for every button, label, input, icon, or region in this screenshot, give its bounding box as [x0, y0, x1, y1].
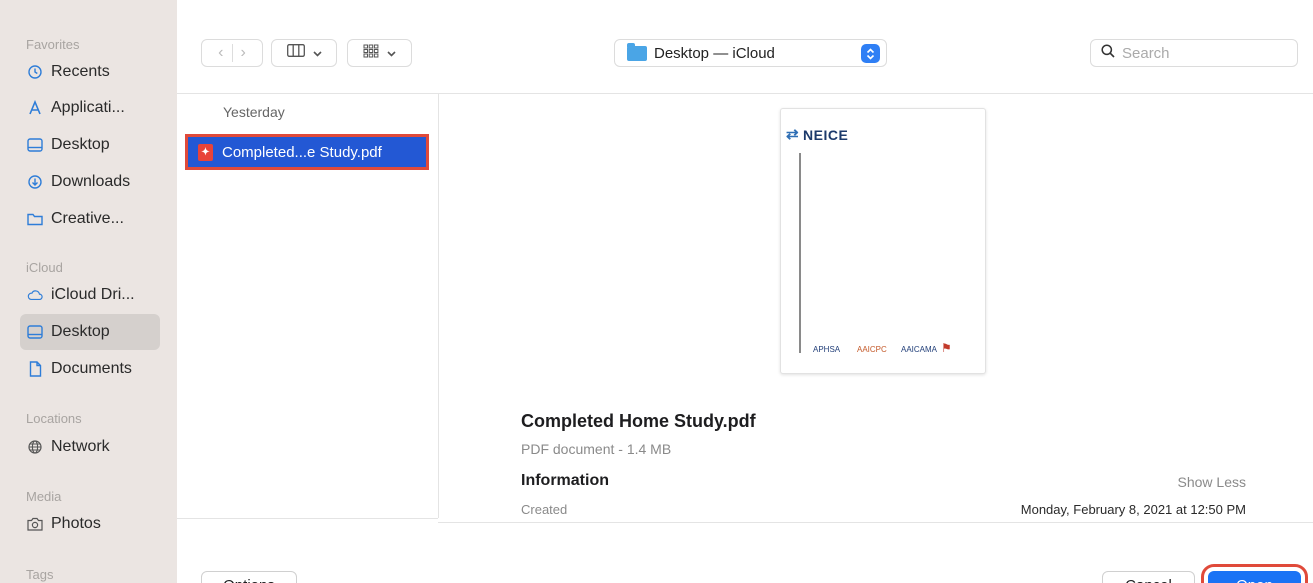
applications-icon [27, 100, 43, 116]
sidebar-item-label: Downloads [51, 173, 131, 190]
sidebar-item-icloud-drive[interactable]: iCloud Dri... [20, 277, 160, 313]
downloads-icon [27, 174, 43, 190]
created-value: Monday, February 8, 2021 at 12:50 PM [1020, 502, 1246, 517]
chevron-down-icon [387, 44, 396, 62]
sidebar-item-label: Photos [51, 515, 101, 532]
search-icon [1101, 44, 1115, 62]
sidebar-item-label: Recents [51, 63, 110, 80]
columns-view-icon [286, 44, 305, 62]
thumbnail-rule [799, 153, 801, 353]
sidebar-item-label: Applicati... [51, 99, 125, 116]
sidebar-item-applications[interactable]: Applicati... [20, 90, 160, 126]
grid-icon [363, 44, 379, 63]
camera-icon [27, 516, 43, 532]
flag-logo-icon: ⚑ [941, 341, 952, 355]
location-popup[interactable]: Desktop — iCloud [614, 39, 887, 67]
sidebar-item-label: Desktop [51, 323, 110, 340]
created-label: Created [521, 502, 568, 517]
back-forward-buttons[interactable]: ‹ › [201, 39, 263, 67]
sidebar-item-label: Documents [51, 360, 132, 377]
popup-stepper-icon [861, 44, 880, 63]
favorites-header: Favorites [26, 37, 80, 52]
clock-icon [27, 64, 43, 80]
cloud-icon [27, 287, 43, 303]
folder-icon [627, 42, 647, 61]
thumbnail-footer-logo: APHSA [813, 345, 841, 354]
sidebar-item-downloads[interactable]: Downloads [20, 164, 160, 200]
cancel-button[interactable]: Cancel [1102, 571, 1195, 583]
pdf-file-icon: ✦ [198, 143, 213, 161]
logo-mark-icon: ⇄ [786, 126, 799, 143]
sidebar-item-icloud-desktop[interactable]: Desktop [20, 314, 160, 350]
document-icon [27, 361, 43, 377]
desktop-icon [27, 324, 43, 340]
locations-header: Locations [26, 411, 82, 426]
sidebar-item-label: Network [51, 438, 110, 455]
preview-file-name: Completed Home Study.pdf [521, 411, 756, 431]
file-row-selected[interactable]: ✦ Completed...e Study.pdf [185, 134, 429, 170]
location-label: Desktop — iCloud [654, 44, 775, 62]
back-arrow-icon[interactable]: ‹ [210, 44, 231, 62]
document-thumbnail: ⇄ NEICE APHSA AAICPC AAICAMA ⚑ [780, 108, 986, 374]
sidebar-item-documents[interactable]: Documents [20, 351, 160, 387]
media-header: Media [26, 489, 62, 504]
sidebar-item-recents[interactable]: Recents [20, 54, 160, 90]
sidebar-item-label: iCloud Dri... [51, 286, 135, 303]
show-less-link[interactable]: Show Less [1178, 474, 1246, 490]
preview-bottom-divider [438, 522, 1313, 523]
sidebar-item-network[interactable]: Network [20, 429, 160, 465]
sidebar-item-label: Creative... [51, 210, 124, 227]
preview-file-kind: PDF document - 1.4 MB [521, 441, 672, 457]
group-header-yesterday: Yesterday [223, 104, 285, 120]
sidebar-item-creative[interactable]: Creative... [20, 201, 160, 237]
chevron-down-icon [312, 44, 322, 62]
sidebar-item-photos[interactable]: Photos [20, 506, 160, 542]
toolbar-divider [177, 93, 1313, 94]
thumbnail-logo: NEICE [803, 127, 849, 143]
sidebar: Favorites Recents Applicati... Desktop D… [0, 0, 177, 583]
group-by-button[interactable] [347, 39, 412, 67]
information-heading: Information [521, 472, 609, 489]
open-button[interactable]: Open [1201, 564, 1308, 583]
forward-arrow-icon[interactable]: › [233, 44, 254, 62]
desktop-icon [27, 137, 43, 153]
view-mode-button[interactable] [271, 39, 337, 67]
folder-icon [27, 211, 43, 227]
globe-icon [27, 439, 43, 455]
file-name: Completed...e Study.pdf [222, 143, 382, 161]
sidebar-item-label: Desktop [51, 136, 110, 153]
thumbnail-footer-logo: AAICAMA [901, 345, 938, 354]
search-placeholder: Search [1122, 44, 1170, 62]
column-bottom-divider [177, 518, 438, 519]
thumbnail-footer-logo: AAICPC [857, 345, 887, 354]
search-field[interactable]: Search [1090, 39, 1298, 67]
icloud-header: iCloud [26, 260, 63, 275]
column-divider [438, 93, 439, 518]
tags-header: Tags [26, 567, 54, 582]
sidebar-item-desktop[interactable]: Desktop [20, 127, 160, 163]
options-button[interactable]: Options [201, 571, 297, 583]
